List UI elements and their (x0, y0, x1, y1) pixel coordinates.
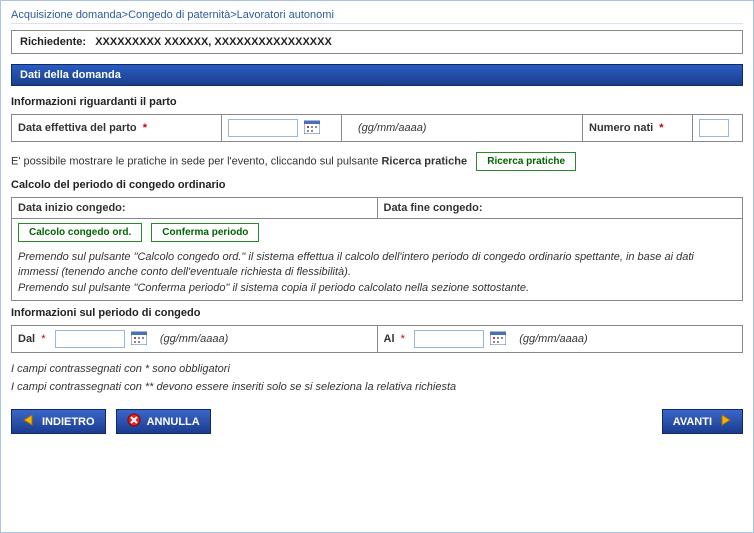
mandatory-note-2: I campi contrassegnati con ** devono ess… (11, 381, 743, 393)
period-to-label: Al (384, 333, 395, 345)
calendar-icon[interactable] (490, 330, 506, 348)
page-container: Acquisizione domanda>Congedo di paternit… (0, 0, 754, 533)
cancel-button[interactable]: ANNULLA (116, 409, 211, 434)
date-format-hint: (gg/mm/aaaa) (358, 122, 426, 134)
arrow-right-icon (718, 413, 732, 430)
leave-calc-heading: Calcolo del periodo di congedo ordinario (11, 179, 743, 191)
search-text-bold: Ricerca pratiche (381, 155, 467, 167)
date-format-hint: (gg/mm/aaaa) (160, 333, 228, 345)
birth-count-label: Numero nati (589, 122, 653, 134)
back-label: INDIETRO (42, 416, 95, 428)
applicant-box: Richiedente: XXXXXXXXX XXXXXX, XXXXXXXXX… (11, 30, 743, 54)
calc-leave-button[interactable]: Calcolo congedo ord. (18, 223, 142, 242)
leave-end-label: Data fine congedo: (378, 198, 743, 218)
calendar-icon[interactable] (304, 119, 320, 137)
calendar-icon[interactable] (131, 330, 147, 348)
footer-buttons: INDIETRO ANNULLA AVANTI (11, 409, 743, 434)
leave-calc-hint2: Premendo sul pulsante "Conferma periodo"… (18, 281, 736, 296)
period-from-input[interactable] (55, 330, 125, 348)
cancel-icon (127, 413, 141, 430)
cancel-label: ANNULLA (147, 416, 200, 428)
period-from-label: Dal (18, 333, 35, 345)
birth-date-input[interactable] (228, 119, 298, 137)
arrow-left-icon (22, 413, 36, 430)
required-star: * (398, 333, 405, 345)
applicant-value: XXXXXXXXX XXXXXX, XXXXXXXXXXXXXXXX (95, 36, 332, 48)
back-button[interactable]: INDIETRO (11, 409, 106, 434)
period-to-input[interactable] (414, 330, 484, 348)
next-label: AVANTI (673, 416, 712, 428)
required-star: * (38, 333, 45, 345)
search-info-line: E' possibile mostrare le pratiche in sed… (11, 152, 743, 171)
section-title: Dati della domanda (11, 64, 743, 86)
required-star: * (140, 122, 147, 134)
breadcrumb: Acquisizione domanda>Congedo di paternit… (11, 7, 743, 24)
date-format-hint: (gg/mm/aaaa) (519, 333, 587, 345)
leave-calc-hint1: Premendo sul pulsante "Calcolo congedo o… (18, 250, 736, 281)
applicant-label: Richiedente: (20, 36, 86, 48)
birth-count-input[interactable] (699, 119, 729, 137)
next-button[interactable]: AVANTI (662, 409, 743, 434)
search-practices-button[interactable]: Ricerca pratiche (476, 152, 576, 171)
required-star: * (656, 122, 663, 134)
search-text-prefix: E' possibile mostrare le pratiche in sed… (11, 155, 381, 167)
birth-date-label: Data effettiva del parto (18, 122, 137, 134)
period-info-heading: Informazioni sul periodo di congedo (11, 307, 743, 319)
birth-info-table: Data effettiva del parto * (gg/mm/aaaa) … (11, 114, 743, 142)
confirm-period-button[interactable]: Conferma periodo (151, 223, 259, 242)
leave-calc-box: Data inizio congedo: Data fine congedo: … (11, 197, 743, 301)
period-table: Dal * (gg/mm/aaaa) Al * (gg/mm/aaaa) (11, 325, 743, 353)
mandatory-note-1: I campi contrassegnati con * sono obblig… (11, 363, 743, 375)
leave-start-label: Data inizio congedo: (12, 198, 378, 218)
birth-info-heading: Informazioni riguardanti il parto (11, 96, 743, 108)
